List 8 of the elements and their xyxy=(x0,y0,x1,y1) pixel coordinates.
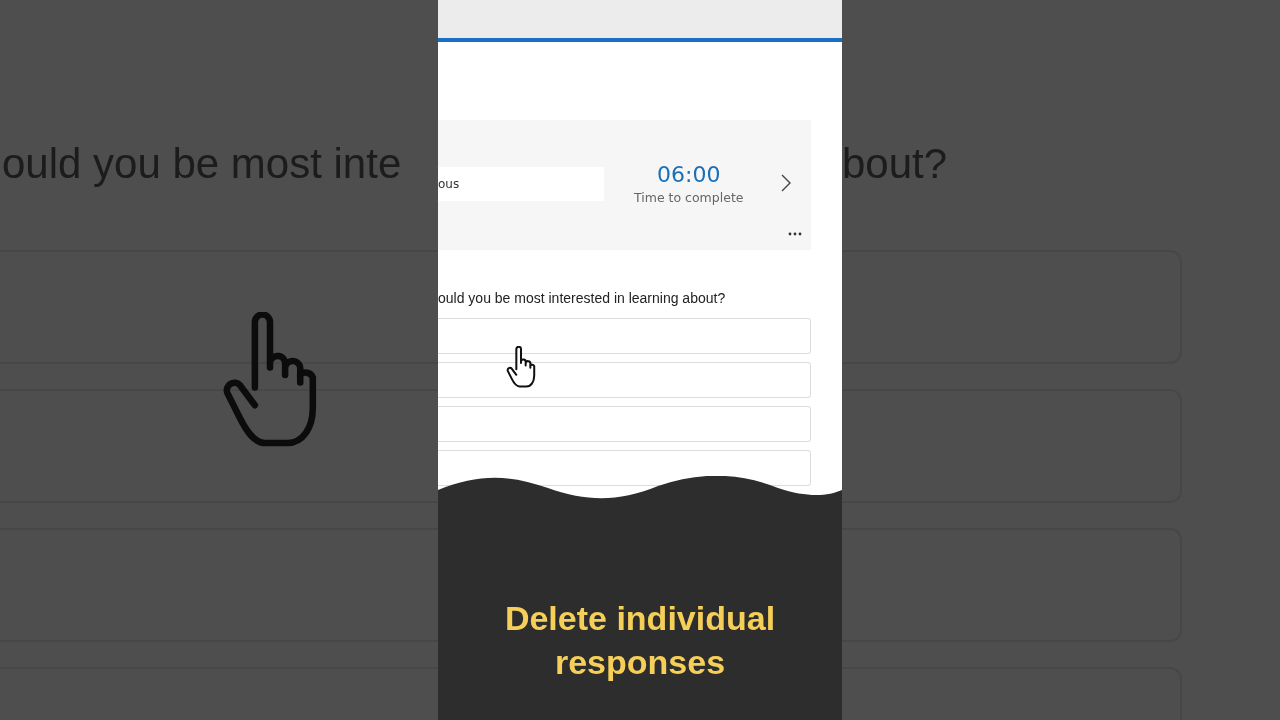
caption-text: Delete individual responses xyxy=(503,598,777,683)
hand-cursor-icon xyxy=(505,346,537,388)
more-options-icon[interactable] xyxy=(788,232,802,236)
timer-value: 06:00 xyxy=(657,161,721,187)
name-field[interactable]: ous xyxy=(438,166,604,201)
question-text: ould you be most interested in learning about? xyxy=(438,290,726,306)
chevron-right-icon[interactable] xyxy=(781,174,792,192)
timer-label: Time to complete xyxy=(634,189,744,205)
